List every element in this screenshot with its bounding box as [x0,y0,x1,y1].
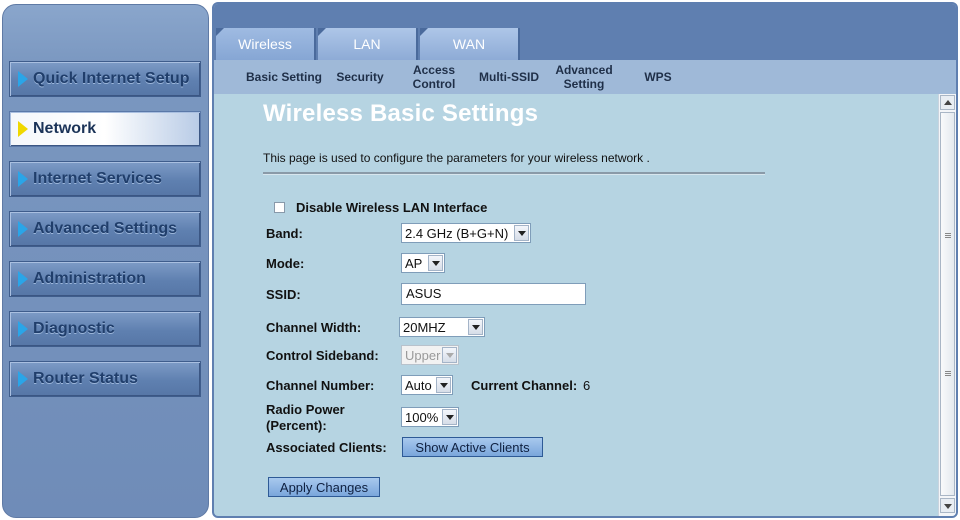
chevron-down-icon [442,347,457,363]
subnav-security[interactable]: Security [332,60,388,94]
sidebar-item-diagnostic[interactable]: Diagnostic [9,311,201,347]
top-strip [214,4,956,28]
current-channel-value: 6 [583,378,591,393]
chevron-down-icon [428,255,443,271]
content-area: Wireless Basic Settings This page is use… [214,94,938,516]
sidebar: Quick Internet Setup Network Internet Se… [2,4,209,518]
arrow-right-icon [18,121,28,137]
control-sideband-value: Upper [405,347,441,363]
associated-clients-label: Associated Clients: [266,440,387,455]
show-active-clients-button[interactable]: Show Active Clients [402,437,543,457]
control-sideband-label: Control Sideband: [266,348,379,363]
sidebar-item-label: Diagnostic [33,320,115,337]
subnav-access-control[interactable]: Access Control [406,60,462,94]
band-select[interactable]: 2.4 GHz (B+G+N) [401,223,531,243]
grip-line [945,235,951,236]
channel-number-select[interactable]: Auto [401,375,453,395]
sidebar-item-label: Internet Services [33,170,162,187]
sidebar-item-quick-internet-setup[interactable]: Quick Internet Setup [9,61,201,97]
ssid-label: SSID: [266,287,301,302]
control-sideband-select: Upper [401,345,459,365]
arrow-right-icon [18,321,28,337]
subnav-advanced-setting[interactable]: Advanced Setting [550,60,618,94]
mode-value: AP [405,255,423,271]
mode-label: Mode: [266,256,305,271]
scroll-down-icon[interactable] [940,498,955,513]
mode-select[interactable]: AP [401,253,445,273]
grip-line [945,237,951,238]
tab-lan[interactable]: LAN [318,28,418,60]
sidebar-item-router-status[interactable]: Router Status [9,361,201,397]
ssid-input[interactable]: ASUS [401,283,586,305]
subnav-wps[interactable]: WPS [638,60,678,94]
channel-number-value: Auto [405,377,432,393]
disable-wireless-label: Disable Wireless LAN Interface [296,200,488,215]
scroll-up-icon[interactable] [940,95,955,110]
arrow-right-icon [18,171,28,187]
band-value: 2.4 GHz (B+G+N) [405,225,509,241]
chevron-down-icon [436,377,451,393]
arrow-right-icon [18,221,28,237]
subnav-multi-ssid[interactable]: Multi-SSID [476,60,542,94]
chevron-down-icon [468,319,483,335]
current-channel-label: Current Channel: [471,378,578,393]
grip-line [945,233,951,234]
sidebar-item-label: Administration [33,270,146,287]
main-panel: Wireless LAN WAN Basic Setting Security … [212,2,958,518]
channel-width-label: Channel Width: [266,320,362,335]
sidebar-item-label: Advanced Settings [33,220,178,237]
scrollbar-thumb[interactable] [940,112,955,496]
channel-width-select[interactable]: 20MHZ [399,317,485,337]
channel-width-value: 20MHZ [403,319,446,335]
channel-number-label: Channel Number: [266,378,375,393]
vertical-scrollbar[interactable] [938,94,956,516]
sidebar-item-label: Quick Internet Setup [33,70,190,87]
grip-line [945,373,951,374]
arrow-right-icon [18,71,28,87]
band-label: Band: [266,226,303,241]
sidebar-item-internet-services[interactable]: Internet Services [9,161,201,197]
subnav-basic-setting[interactable]: Basic Setting [244,60,324,94]
radio-power-select[interactable]: 100% [401,407,459,427]
sidebar-item-advanced-settings[interactable]: Advanced Settings [9,211,201,247]
radio-power-label-percent: (Percent): [266,418,327,433]
page-title: Wireless Basic Settings [263,100,539,127]
sidebar-item-label: Network [33,120,97,137]
radio-power-value: 100% [405,409,439,425]
sidebar-item-label: Router Status [33,370,138,387]
disable-wireless-checkbox[interactable] [274,202,285,213]
chevron-down-icon [514,225,529,241]
radio-power-label: Radio Power [266,402,345,417]
grip-line [945,375,951,376]
apply-changes-button[interactable]: Apply Changes [268,477,380,497]
subnav: Basic Setting Security Access Control Mu… [214,60,956,94]
grip-line [945,371,951,372]
arrow-right-icon [18,271,28,287]
divider [263,172,765,175]
chevron-down-icon [442,409,457,425]
arrow-right-icon [18,371,28,387]
tab-bar: Wireless LAN WAN [214,28,956,60]
sidebar-item-administration[interactable]: Administration [9,261,201,297]
tab-wireless[interactable]: Wireless [216,28,316,60]
sidebar-item-network[interactable]: Network [9,111,201,147]
page-description: This page is used to configure the param… [263,151,650,165]
tab-wan[interactable]: WAN [420,28,520,60]
